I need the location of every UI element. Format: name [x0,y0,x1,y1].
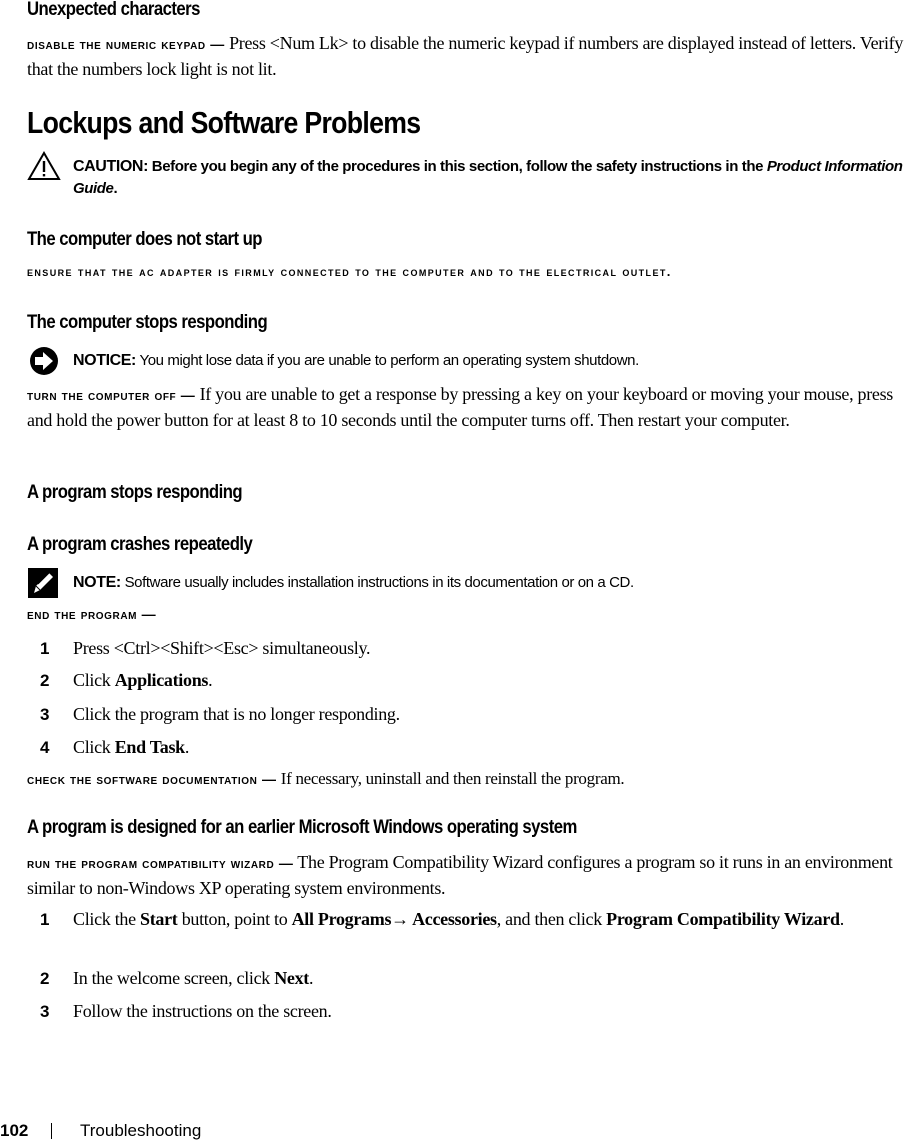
step-text: In the welcome screen, click Next. [73,966,314,991]
ui-term-all-programs: All Programs [291,909,392,929]
page-footer: 102 Troubleshooting [0,1121,917,1143]
notice-callout: NOTICE: You might lose data if you are u… [73,350,913,372]
step-text-part: Click [73,737,115,757]
step-text-part: Click the [73,909,140,929]
page-number: 102 [0,1121,29,1140]
step-text-part: . [839,909,845,929]
step-text: Click the Start button, point to All Pro… [73,907,913,932]
step-text-part: Press <Ctrl><Shift><Esc> simultaneously. [73,638,371,658]
note-pencil-icon [28,568,58,598]
note-label: NOTE: [73,574,121,591]
ui-term-program-compatibility-wizard: Program Compatibility Wizard [606,909,840,929]
step-text-part: . [184,737,190,757]
step-text: Press <Ctrl><Shift><Esc> simultaneously. [73,636,371,661]
section-heading-program-crashes: A program crashes repeatedly [27,534,253,555]
lead-end-program: End the program — [27,606,157,622]
section-heading-program-stops: A program stops responding [27,482,243,503]
step-number: 3 [40,705,50,724]
lead-check-documentation: Check the software documentation — [27,771,277,787]
paragraph-compatibility-wizard: Run the Program Compatibility Wizard — T… [27,850,917,901]
step-number: 1 [40,639,50,658]
notice-arrow-icon [30,347,58,375]
section-heading-earlier-windows: A program is designed for an earlier Mic… [27,817,577,838]
lead-ensure-adapter: Ensure that the AC adapter is firmly con… [27,264,672,279]
step-text-part: In the welcome screen, click [73,968,275,988]
lead-disable-keypad: Disable the numeric keypad — [27,36,225,52]
notice-text: You might lose data if you are unable to… [139,352,639,369]
paragraph-turn-off: Turn the computer off — If you are unabl… [27,382,897,433]
step-text-part: , and then click [496,909,607,929]
ui-term-end-task: End Task [114,737,185,757]
step-text-part: . [309,968,314,988]
paragraph-check-documentation: Check the software documentation — If ne… [27,766,907,792]
warning-triangle-icon [27,151,61,180]
step-number: 3 [40,1002,50,1021]
step-text-part: Click the program that is no longer resp… [73,704,400,724]
step-number: 2 [40,671,50,690]
step-text: Click Applications. [73,668,213,693]
step-number: 1 [40,910,50,929]
ui-term-applications: Applications [114,670,209,690]
section-heading-stops-responding: The computer stops responding [27,312,268,333]
caution-label: CAUTION: [73,158,149,175]
caution-callout: CAUTION: Before you begin any of the pro… [73,156,913,200]
page-title: Lockups and Software Problems [27,105,421,140]
paragraph-disable-keypad: Disable the numeric keypad — Press <Num … [27,31,907,82]
note-text: Software usually includes installation i… [124,574,635,591]
footer-separator [51,1123,52,1139]
caution-end: . [113,180,118,197]
step-text-part: . [208,670,213,690]
step-text: Click End Task. [73,735,189,760]
step-text-part: Click [73,670,115,690]
lead-run-wizard: Run the Program Compatibility Wizard — [27,855,294,871]
chapter-name: Troubleshooting [80,1121,202,1140]
step-number: 2 [40,969,50,988]
step-number: 4 [40,738,50,757]
step-text: Click the program that is no longer resp… [73,702,400,727]
check-documentation-text: If necessary, uninstall and then reinsta… [280,769,625,788]
end-program-steps: 1 Press <Ctrl><Shift><Esc> simultaneousl… [0,636,917,766]
caution-text: Before you begin any of the procedures i… [151,158,764,175]
menu-arrow-icon: → [391,909,409,929]
lead-turn-off: Turn the computer off — [27,387,196,403]
notice-label: NOTICE: [73,352,136,369]
step-text-part: button, point to [177,909,292,929]
ui-term-start: Start [140,909,178,929]
ui-term-next: Next [274,968,309,988]
ui-term-accessories: Accessories [408,909,497,929]
section-heading-does-not-start: The computer does not start up [27,229,263,250]
step-text: Follow the instructions on the screen. [73,1001,332,1021]
section-heading-unexpected-characters: Unexpected characters [27,0,200,20]
note-callout: NOTE: Software usually includes installa… [73,572,913,594]
